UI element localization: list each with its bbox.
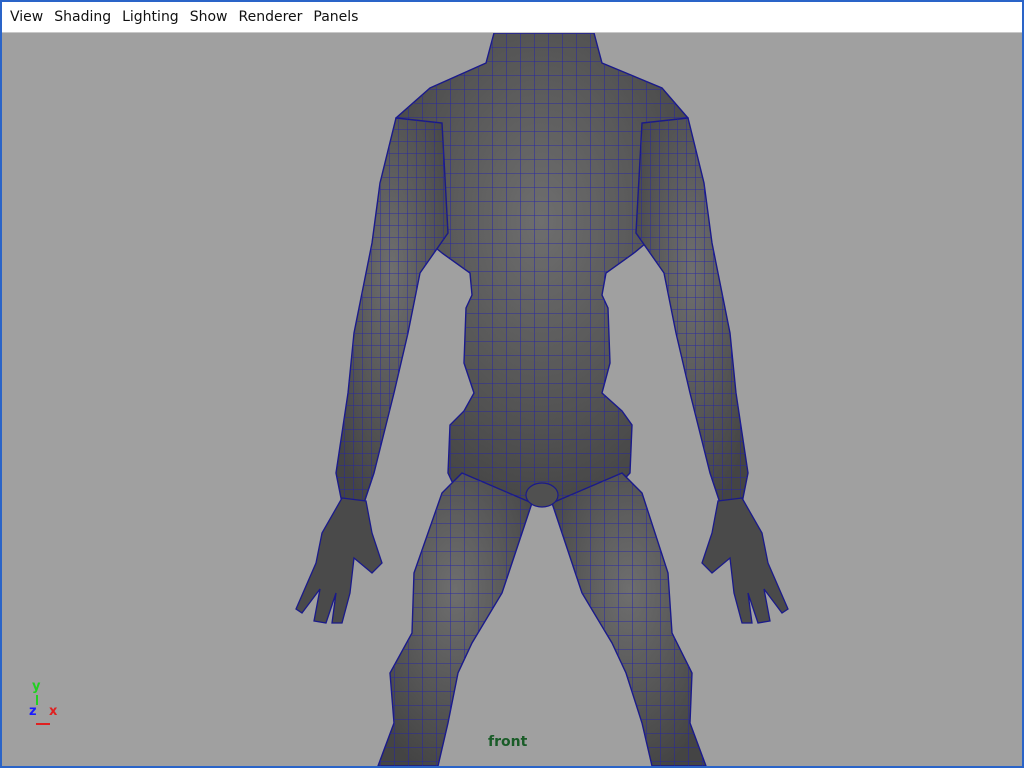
axis-z-label: z bbox=[29, 704, 37, 719]
axis-y-label: y bbox=[32, 679, 41, 694]
menu-show[interactable]: Show bbox=[186, 7, 234, 27]
menu-panels[interactable]: Panels bbox=[309, 7, 364, 27]
menu-lighting[interactable]: Lighting bbox=[118, 7, 185, 27]
menu-shading[interactable]: Shading bbox=[50, 7, 117, 27]
axis-indicator: y z x bbox=[26, 673, 66, 733]
camera-name-label: front bbox=[488, 734, 528, 750]
right-hand-mesh bbox=[701, 497, 789, 624]
left-hand-mesh bbox=[295, 497, 383, 624]
front-viewport[interactable]: y z x front bbox=[2, 33, 1022, 766]
maya-window: View Shading Lighting Show Renderer Pane… bbox=[0, 0, 1024, 768]
menu-view[interactable]: View bbox=[6, 7, 49, 27]
character-mesh[interactable] bbox=[2, 33, 1022, 766]
menu-renderer[interactable]: Renderer bbox=[234, 7, 308, 27]
axis-x-label: x bbox=[49, 704, 58, 719]
panel-menubar: View Shading Lighting Show Renderer Pane… bbox=[2, 2, 1022, 33]
axis-x-line bbox=[36, 723, 50, 725]
